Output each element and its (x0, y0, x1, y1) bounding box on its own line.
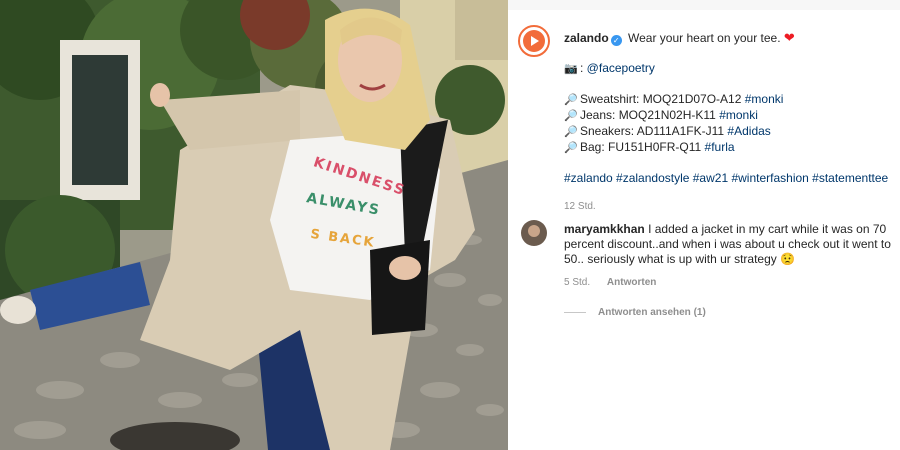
product-label: Sweatshirt: MOQ21D07O-A12 (580, 92, 742, 106)
red-heart-icon: ❤ (783, 30, 795, 45)
post-username[interactable]: zalando (564, 31, 609, 45)
product-hashtag[interactable]: #monki (745, 92, 784, 106)
post-photo[interactable]: KINDNESS ALWAYS S BACK (0, 0, 508, 450)
comment-timestamp[interactable]: 5 Std. (564, 277, 590, 288)
magnifier-icon: 🔎 (564, 126, 578, 138)
comment-meta: 5 Std. Antworten (564, 277, 656, 288)
verified-badge-icon: ✓ (610, 35, 622, 46)
product-hashtag[interactable]: #monki (719, 108, 758, 122)
commenter-username[interactable]: maryamkkhan (564, 222, 645, 236)
post-viewer: KINDNESS ALWAYS S BACK zalando ✓ Wear you… (0, 0, 900, 450)
photo-credit-line: 📷: @facepoetry (564, 61, 655, 75)
post-sidebar: zalando ✓ Wear your heart on your tee. ❤ … (508, 0, 900, 450)
post-timestamp[interactable]: 12 Std. (564, 199, 890, 214)
product-line-jeans: 🔎 Jeans: MOQ21N02H-K11 #monki (564, 108, 890, 124)
view-replies-label: Antworten ansehen (1) (598, 307, 706, 318)
reply-button[interactable]: Antworten (607, 277, 656, 288)
magnifier-icon: 🔎 (564, 142, 578, 154)
product-label: Sneakers: AD111A1FK-J11 (580, 124, 725, 138)
header-divider (508, 0, 900, 10)
photo-illustration: KINDNESS ALWAYS S BACK (0, 0, 508, 450)
caption-main-text: Wear your heart on your tee. (628, 31, 781, 45)
zalando-logo-icon (523, 30, 545, 52)
post-hashtags[interactable]: #zalando #zalandostyle #aw21 #winterfash… (564, 171, 890, 186)
camera-icon: 📷 (564, 63, 578, 75)
product-line-sneakers: 🔎 Sneakers: AD111A1FK-J11 #Adidas (564, 124, 890, 140)
post-caption: zalando ✓ Wear your heart on your tee. ❤ … (564, 30, 890, 214)
product-hashtag[interactable]: #furla (705, 140, 735, 154)
product-line-sweatshirt: 🔎 Sweatshirt: MOQ21D07O-A12 #monki (564, 92, 890, 108)
photo-credit-link[interactable]: @facepoetry (587, 61, 655, 75)
product-label: Jeans: MOQ21N02H-K11 (580, 108, 716, 122)
view-replies-button[interactable]: Antworten ansehen (1) (564, 307, 706, 318)
caption-first-line: zalando ✓ Wear your heart on your tee. ❤ (564, 30, 890, 46)
worried-face-icon: 😟 (780, 252, 796, 266)
comment-body: maryamkkhan I added a jacket in my cart … (564, 222, 894, 267)
product-label: Bag: FU151H0FR-Q11 (580, 140, 702, 154)
magnifier-icon: 🔎 (564, 94, 578, 106)
magnifier-icon: 🔎 (564, 110, 578, 122)
product-hashtag[interactable]: #Adidas (727, 124, 770, 138)
zalando-avatar[interactable] (518, 25, 550, 57)
product-line-bag: 🔎 Bag: FU151H0FR-Q11 #furla (564, 140, 890, 156)
commenter-avatar[interactable] (521, 220, 547, 246)
replies-divider (564, 312, 586, 313)
